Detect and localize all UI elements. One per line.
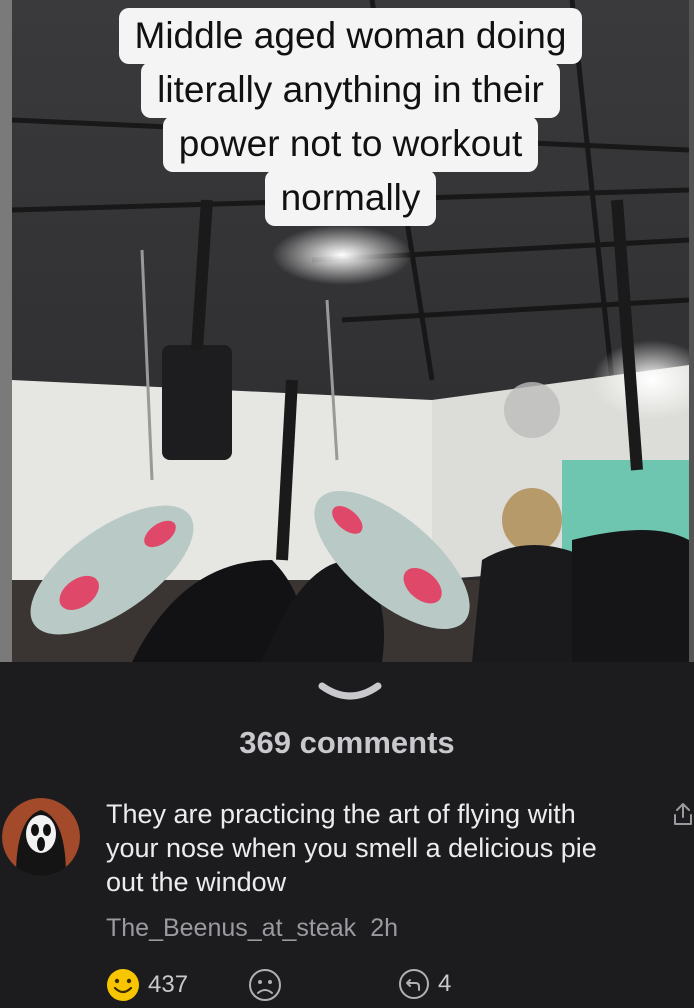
media-right-edge (689, 0, 694, 662)
comment-actions: 437 4 (106, 968, 506, 1008)
caption-line: power not to workout (162, 116, 539, 172)
happy-face-icon (107, 969, 139, 1001)
avatar[interactable] (2, 798, 80, 876)
video-post[interactable]: Middle aged woman doing literally anythi… (12, 0, 689, 662)
reply-count: 4 (438, 970, 452, 997)
share-icon[interactable] (672, 801, 694, 827)
dislike-button[interactable] (248, 968, 282, 1002)
comments-count: 369 comments (239, 725, 455, 760)
reply-button[interactable]: 4 (398, 968, 451, 1000)
like-button[interactable]: 437 (106, 968, 188, 1002)
chevron-down-icon[interactable] (316, 680, 384, 704)
comment-body: They are practicing the art of flying wi… (106, 799, 597, 897)
video-caption: Middle aged woman doing literally anythi… (12, 0, 689, 226)
comment-author[interactable]: The_Beenus_at_steak (106, 914, 356, 942)
media-left-edge (0, 0, 12, 662)
like-count: 437 (148, 971, 189, 998)
comment-meta: The_Beenus_at_steak 2h (106, 914, 398, 943)
caption-line: Middle aged woman doing (118, 8, 583, 64)
sad-face-icon (249, 969, 281, 1001)
comment-time: 2h (370, 914, 398, 942)
reply-icon (399, 969, 429, 999)
caption-line: literally anything in their (141, 62, 560, 118)
caption-line: normally (264, 170, 437, 226)
